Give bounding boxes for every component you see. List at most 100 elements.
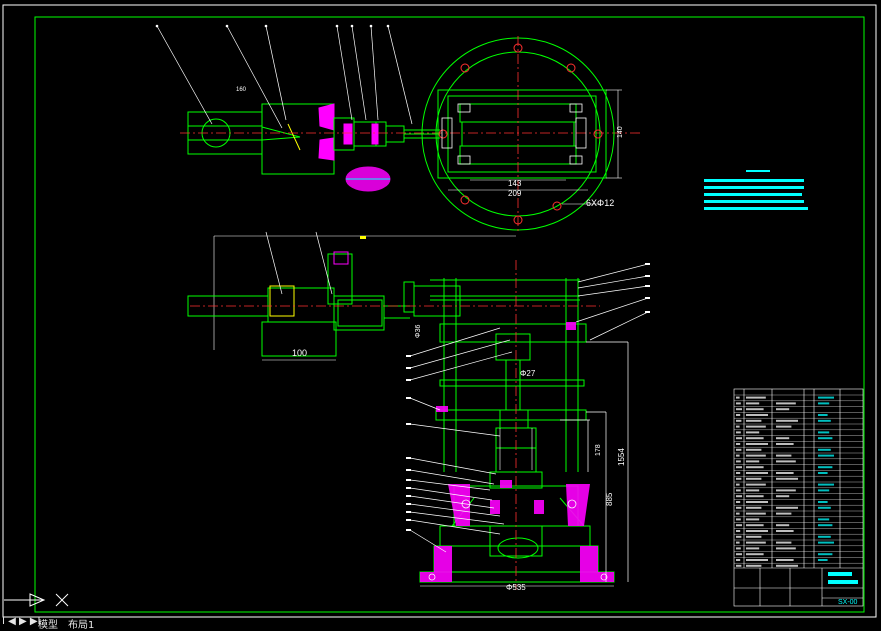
parts-list-entry-mark [736,495,742,498]
parts-list-entry-mark [818,414,828,416]
top-gripper-view [187,103,440,192]
parts-list-entry-mark [818,489,830,492]
parts-list-entry-mark [776,564,798,567]
parts-list-entry-mark [736,460,741,463]
flange-slider-details [441,103,587,165]
parts-list-entry-mark [746,454,766,457]
parts-list-entry-mark [746,483,766,486]
parts-list-entry-mark [736,483,740,486]
parts-list-entry-mark [818,553,833,556]
parts-list-entry-mark [818,437,833,440]
parts-list-entry-mark [818,419,831,422]
top-leader-dots [155,24,390,28]
parts-list-entry-mark [818,472,828,474]
drawing-number: SX-00 [838,599,858,606]
parts-list-entry-mark [736,448,742,451]
parts-list-entry-mark [746,396,766,399]
dim-1554: 1554 [617,448,626,466]
parts-list-entry-mark [746,448,762,451]
parts-list-entry-mark [818,541,834,544]
parts-list-entry-mark [746,489,760,492]
title-company-mark [828,580,858,584]
parts-list-entry-mark [746,564,762,567]
parts-list-entry-mark [746,559,768,561]
parts-list-entry-mark [818,466,833,469]
parts-list-entry-mark [776,425,792,428]
parts-list-entry-mark [746,512,766,515]
parts-list-entry-mark [818,431,830,434]
parts-list-entry-mark [776,419,798,422]
parts-list-entry-mark [776,472,794,474]
parts-list-entry-mark [746,414,768,416]
dim-143: 143 [508,179,522,188]
parts-list-entry-mark [746,431,760,434]
parts-list-entry-mark [736,431,741,434]
parts-list-entry-mark [776,460,796,463]
parts-list-entry-mark [776,547,796,550]
parts-list-entry-mark [746,506,762,509]
parts-list-entry-mark [736,477,742,480]
parts-list-entry-mark [776,541,792,544]
parts-list-entry-mark [776,524,790,527]
drawing-frame [2,4,877,618]
parts-list-entry-mark [736,414,741,416]
parts-list-entry-mark [776,402,796,405]
parts-list-entry-mark [818,559,828,561]
top-leader-lines [156,25,413,129]
parts-list-entry-mark [736,512,740,515]
dim-209: 209 [508,189,522,198]
tab-layout1[interactable]: 布局1 [68,616,94,631]
parts-list-entry-mark [776,495,790,498]
parts-list-entry-mark [746,535,762,538]
parts-list-entry-mark [776,559,794,561]
parts-list-entry-mark [736,553,742,556]
section-hatch [420,322,614,582]
parts-list-entry-mark [736,396,740,399]
dim-100: 100 [292,348,307,358]
parts-list-entry-mark [818,448,831,451]
parts-list-entry-mark [818,501,828,503]
parts-list-entry-mark [746,553,764,556]
parts-list-entry-mark [818,396,834,399]
parts-list-entry-mark [736,454,740,457]
parts-list-entry-mark [776,506,798,509]
parts-list-entry-mark [746,425,766,428]
parts-list-entry-mark [736,466,742,469]
parts-list-entry-mark [736,535,742,538]
parts-list-entry-mark [736,564,742,567]
parts-list-entry-mark [776,443,794,445]
parts-list-entry-mark [736,489,741,492]
dim-885: 885 [605,492,614,506]
parts-list-entry-mark [736,559,741,561]
tab-nav-arrows[interactable]: I ◀ ▶ ▶I [2,616,41,627]
parts-list-entry-mark [776,477,798,480]
parts-list-entry-mark [746,460,760,463]
dim-36: Φ36 [415,325,422,338]
parts-list-entry-mark [736,402,741,405]
parts-list-entry-mark [736,530,741,532]
parts-list-entry-mark [746,501,768,503]
parts-list-entry-mark [746,495,764,498]
parts-list-entry-mark [746,530,768,532]
parts-list-entry-mark [776,454,792,457]
parts-list-entry-mark [736,506,742,509]
parts-list-entry-mark [736,437,742,440]
tab-model[interactable]: 模型 [38,616,58,631]
parts-list-entry-mark [736,472,741,474]
parts-list-entry-mark [818,535,831,538]
parts-list-entry-mark [776,408,790,411]
cad-drawing-canvas[interactable]: 160 143 209 6XΦ12 140 100 Φ36 Φ27 178 15… [0,0,881,628]
dim-160: 160 [236,87,247,93]
dim-535: Φ535 [506,583,526,592]
parts-list-entry-mark [746,466,764,469]
title-name-mark [828,572,852,576]
parts-list-entry-mark [776,437,790,440]
parts-list-entry-mark [818,483,834,486]
parts-list-entry-mark [818,402,830,405]
dim-178: 178 [595,444,602,456]
parts-list-entry-mark [736,518,741,521]
layout-tab-bar: I ◀ ▶ ▶I 模型 布局1 [0,616,881,631]
dim-27: Φ27 [520,369,536,378]
parts-list-entry-mark [736,541,740,544]
parts-list-entries [736,396,834,567]
